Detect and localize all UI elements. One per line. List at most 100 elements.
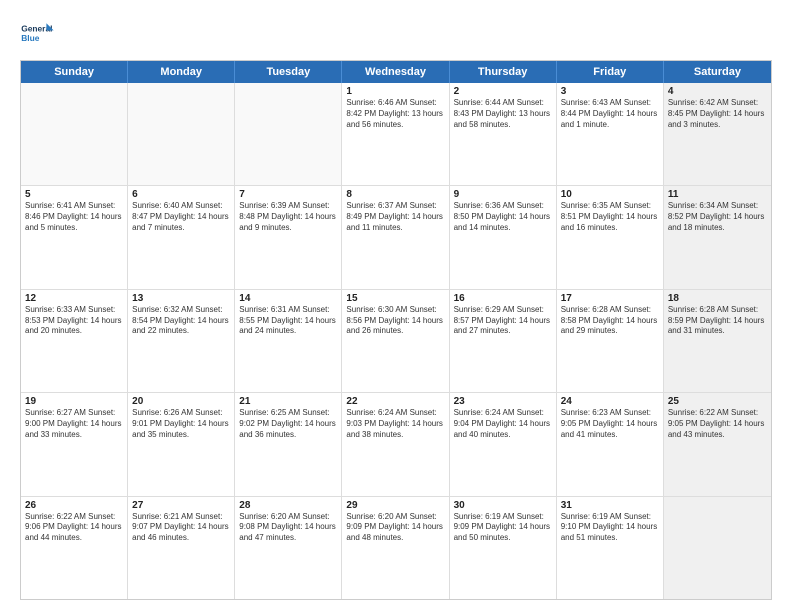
day-number: 24 xyxy=(561,396,659,407)
header-day-sunday: Sunday xyxy=(21,61,128,83)
day-number: 7 xyxy=(239,189,337,200)
cal-cell-0-3: 1Sunrise: 6:46 AM Sunset: 8:42 PM Daylig… xyxy=(342,83,449,185)
cal-cell-4-1: 27Sunrise: 6:21 AM Sunset: 9:07 PM Dayli… xyxy=(128,497,235,599)
cell-text: Sunrise: 6:41 AM Sunset: 8:46 PM Dayligh… xyxy=(25,201,123,233)
cal-cell-2-3: 15Sunrise: 6:30 AM Sunset: 8:56 PM Dayli… xyxy=(342,290,449,392)
cal-cell-0-4: 2Sunrise: 6:44 AM Sunset: 8:43 PM Daylig… xyxy=(450,83,557,185)
header-day-wednesday: Wednesday xyxy=(342,61,449,83)
cell-text: Sunrise: 6:20 AM Sunset: 9:09 PM Dayligh… xyxy=(346,512,444,544)
cal-row-2: 12Sunrise: 6:33 AM Sunset: 8:53 PM Dayli… xyxy=(21,290,771,393)
cell-text: Sunrise: 6:46 AM Sunset: 8:42 PM Dayligh… xyxy=(346,98,444,130)
cell-text: Sunrise: 6:26 AM Sunset: 9:01 PM Dayligh… xyxy=(132,408,230,440)
day-number: 23 xyxy=(454,396,552,407)
day-number: 26 xyxy=(25,500,123,511)
day-number: 20 xyxy=(132,396,230,407)
cell-text: Sunrise: 6:28 AM Sunset: 8:58 PM Dayligh… xyxy=(561,305,659,337)
cell-text: Sunrise: 6:19 AM Sunset: 9:10 PM Dayligh… xyxy=(561,512,659,544)
cal-cell-1-1: 6Sunrise: 6:40 AM Sunset: 8:47 PM Daylig… xyxy=(128,186,235,288)
cal-cell-4-4: 30Sunrise: 6:19 AM Sunset: 9:09 PM Dayli… xyxy=(450,497,557,599)
cell-text: Sunrise: 6:25 AM Sunset: 9:02 PM Dayligh… xyxy=(239,408,337,440)
cal-cell-1-3: 8Sunrise: 6:37 AM Sunset: 8:49 PM Daylig… xyxy=(342,186,449,288)
header-day-friday: Friday xyxy=(557,61,664,83)
cal-cell-2-1: 13Sunrise: 6:32 AM Sunset: 8:54 PM Dayli… xyxy=(128,290,235,392)
day-number: 8 xyxy=(346,189,444,200)
day-number: 5 xyxy=(25,189,123,200)
cal-cell-1-4: 9Sunrise: 6:36 AM Sunset: 8:50 PM Daylig… xyxy=(450,186,557,288)
day-number: 14 xyxy=(239,293,337,304)
day-number: 30 xyxy=(454,500,552,511)
cell-text: Sunrise: 6:32 AM Sunset: 8:54 PM Dayligh… xyxy=(132,305,230,337)
cal-row-0: 1Sunrise: 6:46 AM Sunset: 8:42 PM Daylig… xyxy=(21,83,771,186)
day-number: 3 xyxy=(561,86,659,97)
cal-cell-1-0: 5Sunrise: 6:41 AM Sunset: 8:46 PM Daylig… xyxy=(21,186,128,288)
day-number: 27 xyxy=(132,500,230,511)
cal-cell-3-3: 22Sunrise: 6:24 AM Sunset: 9:03 PM Dayli… xyxy=(342,393,449,495)
cal-row-4: 26Sunrise: 6:22 AM Sunset: 9:06 PM Dayli… xyxy=(21,497,771,599)
cal-cell-2-0: 12Sunrise: 6:33 AM Sunset: 8:53 PM Dayli… xyxy=(21,290,128,392)
cal-cell-1-6: 11Sunrise: 6:34 AM Sunset: 8:52 PM Dayli… xyxy=(664,186,771,288)
cell-text: Sunrise: 6:28 AM Sunset: 8:59 PM Dayligh… xyxy=(668,305,767,337)
logo-svg: General Blue xyxy=(20,16,56,52)
day-number: 28 xyxy=(239,500,337,511)
calendar-body: 1Sunrise: 6:46 AM Sunset: 8:42 PM Daylig… xyxy=(21,83,771,599)
day-number: 13 xyxy=(132,293,230,304)
day-number: 31 xyxy=(561,500,659,511)
day-number: 15 xyxy=(346,293,444,304)
cell-text: Sunrise: 6:20 AM Sunset: 9:08 PM Dayligh… xyxy=(239,512,337,544)
cell-text: Sunrise: 6:29 AM Sunset: 8:57 PM Dayligh… xyxy=(454,305,552,337)
cal-cell-4-0: 26Sunrise: 6:22 AM Sunset: 9:06 PM Dayli… xyxy=(21,497,128,599)
cal-cell-4-6 xyxy=(664,497,771,599)
cal-cell-3-2: 21Sunrise: 6:25 AM Sunset: 9:02 PM Dayli… xyxy=(235,393,342,495)
cell-text: Sunrise: 6:31 AM Sunset: 8:55 PM Dayligh… xyxy=(239,305,337,337)
page: General Blue SundayMondayTuesdayWednesda… xyxy=(0,0,792,612)
cell-text: Sunrise: 6:27 AM Sunset: 9:00 PM Dayligh… xyxy=(25,408,123,440)
cal-cell-3-0: 19Sunrise: 6:27 AM Sunset: 9:00 PM Dayli… xyxy=(21,393,128,495)
cell-text: Sunrise: 6:34 AM Sunset: 8:52 PM Dayligh… xyxy=(668,201,767,233)
day-number: 6 xyxy=(132,189,230,200)
cal-cell-4-2: 28Sunrise: 6:20 AM Sunset: 9:08 PM Dayli… xyxy=(235,497,342,599)
cell-text: Sunrise: 6:35 AM Sunset: 8:51 PM Dayligh… xyxy=(561,201,659,233)
day-number: 22 xyxy=(346,396,444,407)
calendar-header-row: SundayMondayTuesdayWednesdayThursdayFrid… xyxy=(21,61,771,83)
cell-text: Sunrise: 6:24 AM Sunset: 9:03 PM Dayligh… xyxy=(346,408,444,440)
calendar: SundayMondayTuesdayWednesdayThursdayFrid… xyxy=(20,60,772,600)
cal-cell-3-4: 23Sunrise: 6:24 AM Sunset: 9:04 PM Dayli… xyxy=(450,393,557,495)
day-number: 10 xyxy=(561,189,659,200)
cal-cell-1-2: 7Sunrise: 6:39 AM Sunset: 8:48 PM Daylig… xyxy=(235,186,342,288)
cal-cell-3-6: 25Sunrise: 6:22 AM Sunset: 9:05 PM Dayli… xyxy=(664,393,771,495)
day-number: 19 xyxy=(25,396,123,407)
cell-text: Sunrise: 6:36 AM Sunset: 8:50 PM Dayligh… xyxy=(454,201,552,233)
cell-text: Sunrise: 6:42 AM Sunset: 8:45 PM Dayligh… xyxy=(668,98,767,130)
header: General Blue xyxy=(20,16,772,52)
cal-cell-0-1 xyxy=(128,83,235,185)
day-number: 16 xyxy=(454,293,552,304)
header-day-monday: Monday xyxy=(128,61,235,83)
cell-text: Sunrise: 6:24 AM Sunset: 9:04 PM Dayligh… xyxy=(454,408,552,440)
header-day-saturday: Saturday xyxy=(664,61,771,83)
cell-text: Sunrise: 6:44 AM Sunset: 8:43 PM Dayligh… xyxy=(454,98,552,130)
cal-cell-0-2 xyxy=(235,83,342,185)
cal-cell-4-3: 29Sunrise: 6:20 AM Sunset: 9:09 PM Dayli… xyxy=(342,497,449,599)
cal-cell-0-0 xyxy=(21,83,128,185)
cell-text: Sunrise: 6:21 AM Sunset: 9:07 PM Dayligh… xyxy=(132,512,230,544)
cell-text: Sunrise: 6:23 AM Sunset: 9:05 PM Dayligh… xyxy=(561,408,659,440)
day-number: 29 xyxy=(346,500,444,511)
day-number: 9 xyxy=(454,189,552,200)
cell-text: Sunrise: 6:22 AM Sunset: 9:05 PM Dayligh… xyxy=(668,408,767,440)
cell-text: Sunrise: 6:40 AM Sunset: 8:47 PM Dayligh… xyxy=(132,201,230,233)
cal-cell-1-5: 10Sunrise: 6:35 AM Sunset: 8:51 PM Dayli… xyxy=(557,186,664,288)
cell-text: Sunrise: 6:19 AM Sunset: 9:09 PM Dayligh… xyxy=(454,512,552,544)
cal-cell-2-2: 14Sunrise: 6:31 AM Sunset: 8:55 PM Dayli… xyxy=(235,290,342,392)
cal-row-3: 19Sunrise: 6:27 AM Sunset: 9:00 PM Dayli… xyxy=(21,393,771,496)
cal-cell-2-5: 17Sunrise: 6:28 AM Sunset: 8:58 PM Dayli… xyxy=(557,290,664,392)
cal-cell-0-5: 3Sunrise: 6:43 AM Sunset: 8:44 PM Daylig… xyxy=(557,83,664,185)
cell-text: Sunrise: 6:43 AM Sunset: 8:44 PM Dayligh… xyxy=(561,98,659,130)
cal-cell-4-5: 31Sunrise: 6:19 AM Sunset: 9:10 PM Dayli… xyxy=(557,497,664,599)
cell-text: Sunrise: 6:22 AM Sunset: 9:06 PM Dayligh… xyxy=(25,512,123,544)
cell-text: Sunrise: 6:37 AM Sunset: 8:49 PM Dayligh… xyxy=(346,201,444,233)
day-number: 25 xyxy=(668,396,767,407)
cell-text: Sunrise: 6:33 AM Sunset: 8:53 PM Dayligh… xyxy=(25,305,123,337)
cal-cell-3-5: 24Sunrise: 6:23 AM Sunset: 9:05 PM Dayli… xyxy=(557,393,664,495)
cal-cell-3-1: 20Sunrise: 6:26 AM Sunset: 9:01 PM Dayli… xyxy=(128,393,235,495)
day-number: 4 xyxy=(668,86,767,97)
